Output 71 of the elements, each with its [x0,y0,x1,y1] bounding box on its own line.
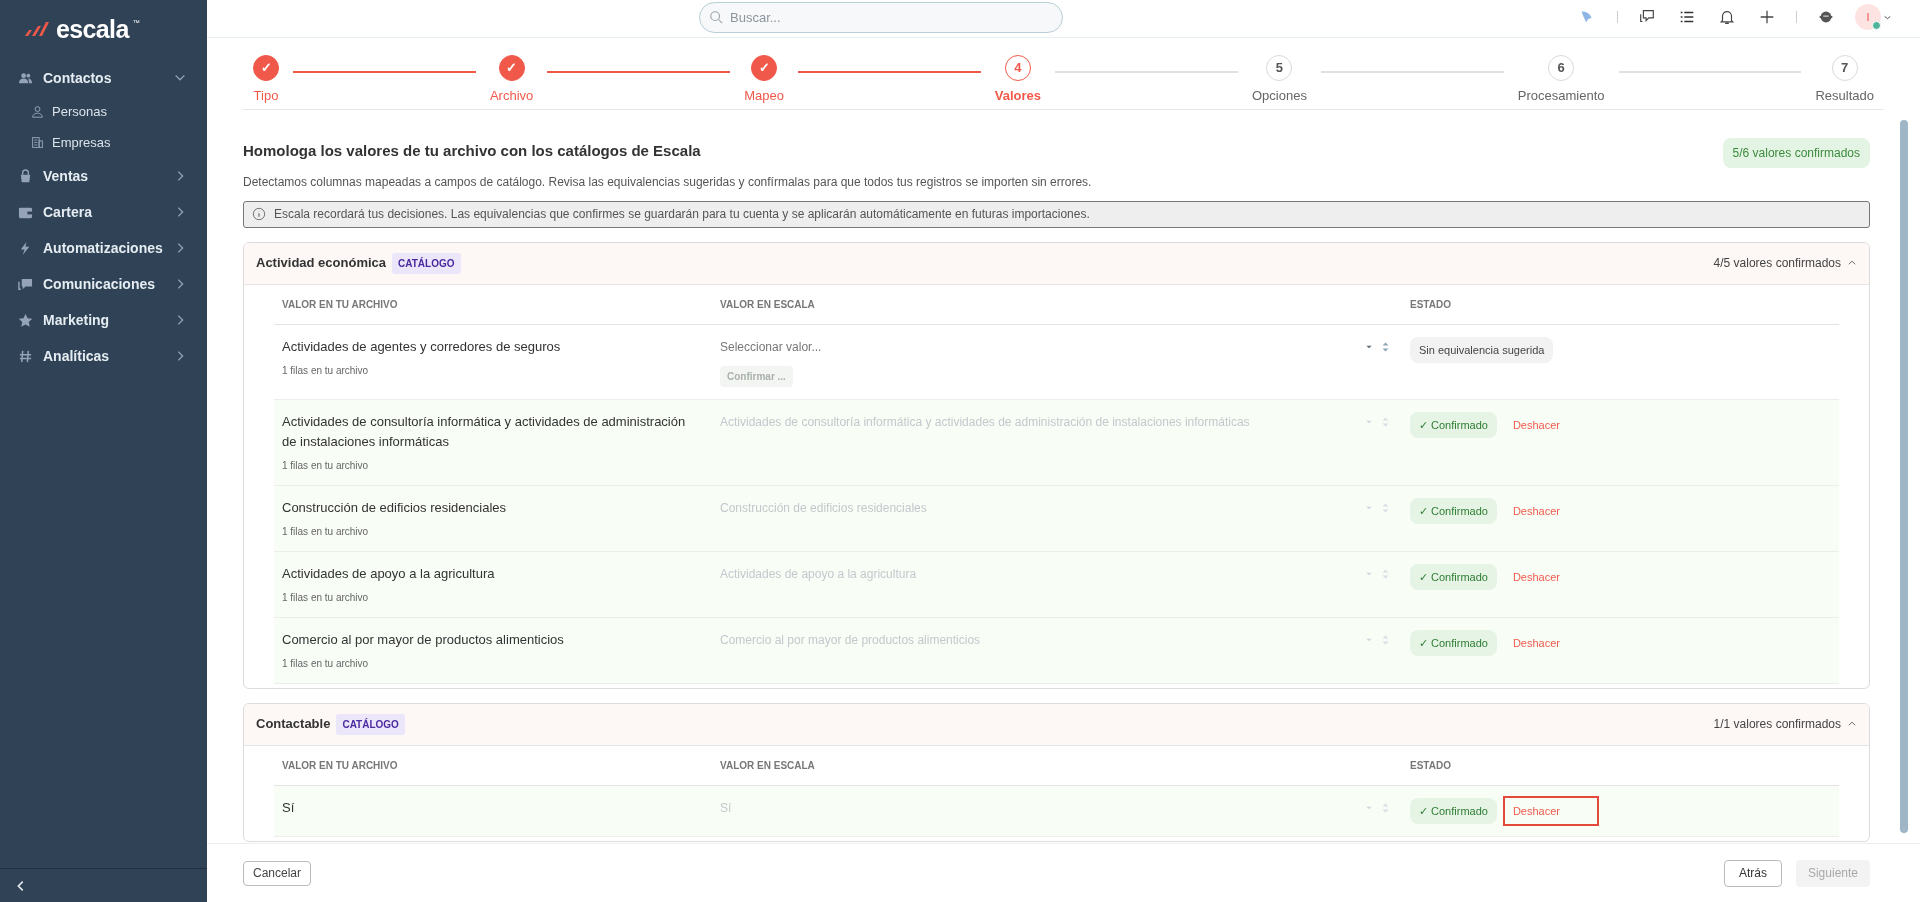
catalog-tag: CATÁLOGO [336,713,405,735]
step-label[interactable]: Opciones [1252,89,1307,102]
notice-text: Escala recordará tus decisiones. Las equivalencias que confirmes se guardarán para tu cuenta y se aplicarán automáticamente en futuras importaciones. [274,206,1090,223]
sidebar-item[interactable]: Comunicaciones [0,266,207,302]
file-value: Comercio al por mayor de productos alimenticios [282,630,565,649]
file-value: Actividades de consultoría informática y actividades de administración de instalaciones informáticas [282,412,687,451]
sidebar-subitem[interactable]: Empresas [0,127,207,158]
sidebar-item[interactable]: Ventas [0,158,207,194]
column-header: ESTADO [1410,758,1452,773]
confirmed-count-badge: 5/6 valores confirmados [1722,138,1870,168]
file-value: Sí [282,798,296,817]
step-label[interactable]: Archivo [489,89,534,102]
select-field[interactable]: Seleccionar valor... [720,336,1390,358]
status-badge: ✓ Confirmado [1410,629,1497,656]
status-badge: ✓ Confirmado [1410,497,1497,524]
search-field[interactable]: Buscar... [699,2,1063,33]
undo-link[interactable]: Deshacer [1504,497,1568,524]
sidebar-item[interactable]: Marketing [0,302,207,338]
scrollbar[interactable] [1900,120,1908,833]
confirmed-count: 1/1 valores confirmados [1713,716,1841,733]
sidebar-item[interactable]: Contactos [0,60,207,96]
back-button[interactable]: Atrás [1723,859,1782,887]
step-label[interactable]: Tipo [253,89,279,102]
row-count: 1 filas en tu archivo [282,590,370,605]
status-badge: ✓ Confirmado [1410,411,1497,438]
sidebar-item[interactable]: Automatizaciones [0,230,207,266]
undo-link[interactable]: Deshacer [1504,797,1597,824]
column-header: VALOR EN TU ARCHIVO [282,297,399,312]
row-count: 1 filas en tu archivo [282,656,370,671]
step-label[interactable]: Resultado [1815,89,1874,102]
sidebar-item[interactable]: Analíticas [0,338,207,374]
column-header: VALOR EN ESCALA [720,758,816,773]
confirmed-count: 4/5 valores confirmados [1713,255,1841,272]
people-icon [18,70,33,86]
file-value: Construcción de edificios residenciales [282,498,507,517]
hash-icon [18,348,33,364]
search-icon [709,10,723,24]
notification-icon [1718,8,1736,26]
add-icon [1758,8,1776,26]
step-label[interactable]: Procesamiento [1517,89,1605,102]
column-header: VALOR EN ESCALA [720,297,816,312]
sidebar-item[interactable]: Cartera [0,194,207,230]
status-badge: ✓ Confirmado [1410,797,1497,824]
cancel-button[interactable]: Cancelar [243,860,312,886]
column-header: ESTADO [1410,297,1452,312]
status-badge: Sin equivalencia sugerida [1410,336,1554,363]
undo-link[interactable]: Deshacer [1504,629,1568,656]
person-icon [31,105,44,118]
file-value: Actividades de apoyo a la agricultura [282,564,496,583]
card-header[interactable]: Contactable CATÁLOGO 1/1 valores confirmados [244,703,1869,746]
step-label[interactable]: Mapeo [744,89,784,102]
info-icon [252,207,266,221]
chat-icon [18,276,33,292]
building-icon [31,136,44,149]
catalog-tag: CATÁLOGO [392,252,461,274]
page-description: Detectamos columnas mapeadas a campos de catálogo. Revisa las equivalencias sugeridas y confírmalas para que todos tus registros se importen sin errores. [243,173,1092,191]
column-header: VALOR EN TU ARCHIVO [282,758,399,773]
brand-name: escala [56,16,129,42]
star-icon [18,312,33,328]
status-badge: ✓ Confirmado [1410,563,1497,590]
sidebar-subitem[interactable]: Personas [0,96,207,127]
file-value: Actividades de agentes y corredores de seguros [282,337,562,356]
undo-link[interactable]: Deshacer [1504,411,1568,438]
card-header[interactable]: Actividad económica CATÁLOGO 4/5 valores confirmados [244,242,1869,285]
page-title: Homologa los valores de tu archivo con los catálogos de Escala [243,141,702,161]
step-label[interactable]: Valores [994,89,1042,102]
row-count: 1 filas en tu archivo [282,458,370,473]
undo-link[interactable]: Deshacer [1504,563,1568,590]
logo-mark-icon [22,20,52,38]
row-count: 1 filas en tu archivo [282,524,370,539]
row-count: 1 filas en tu archivo [282,363,370,378]
